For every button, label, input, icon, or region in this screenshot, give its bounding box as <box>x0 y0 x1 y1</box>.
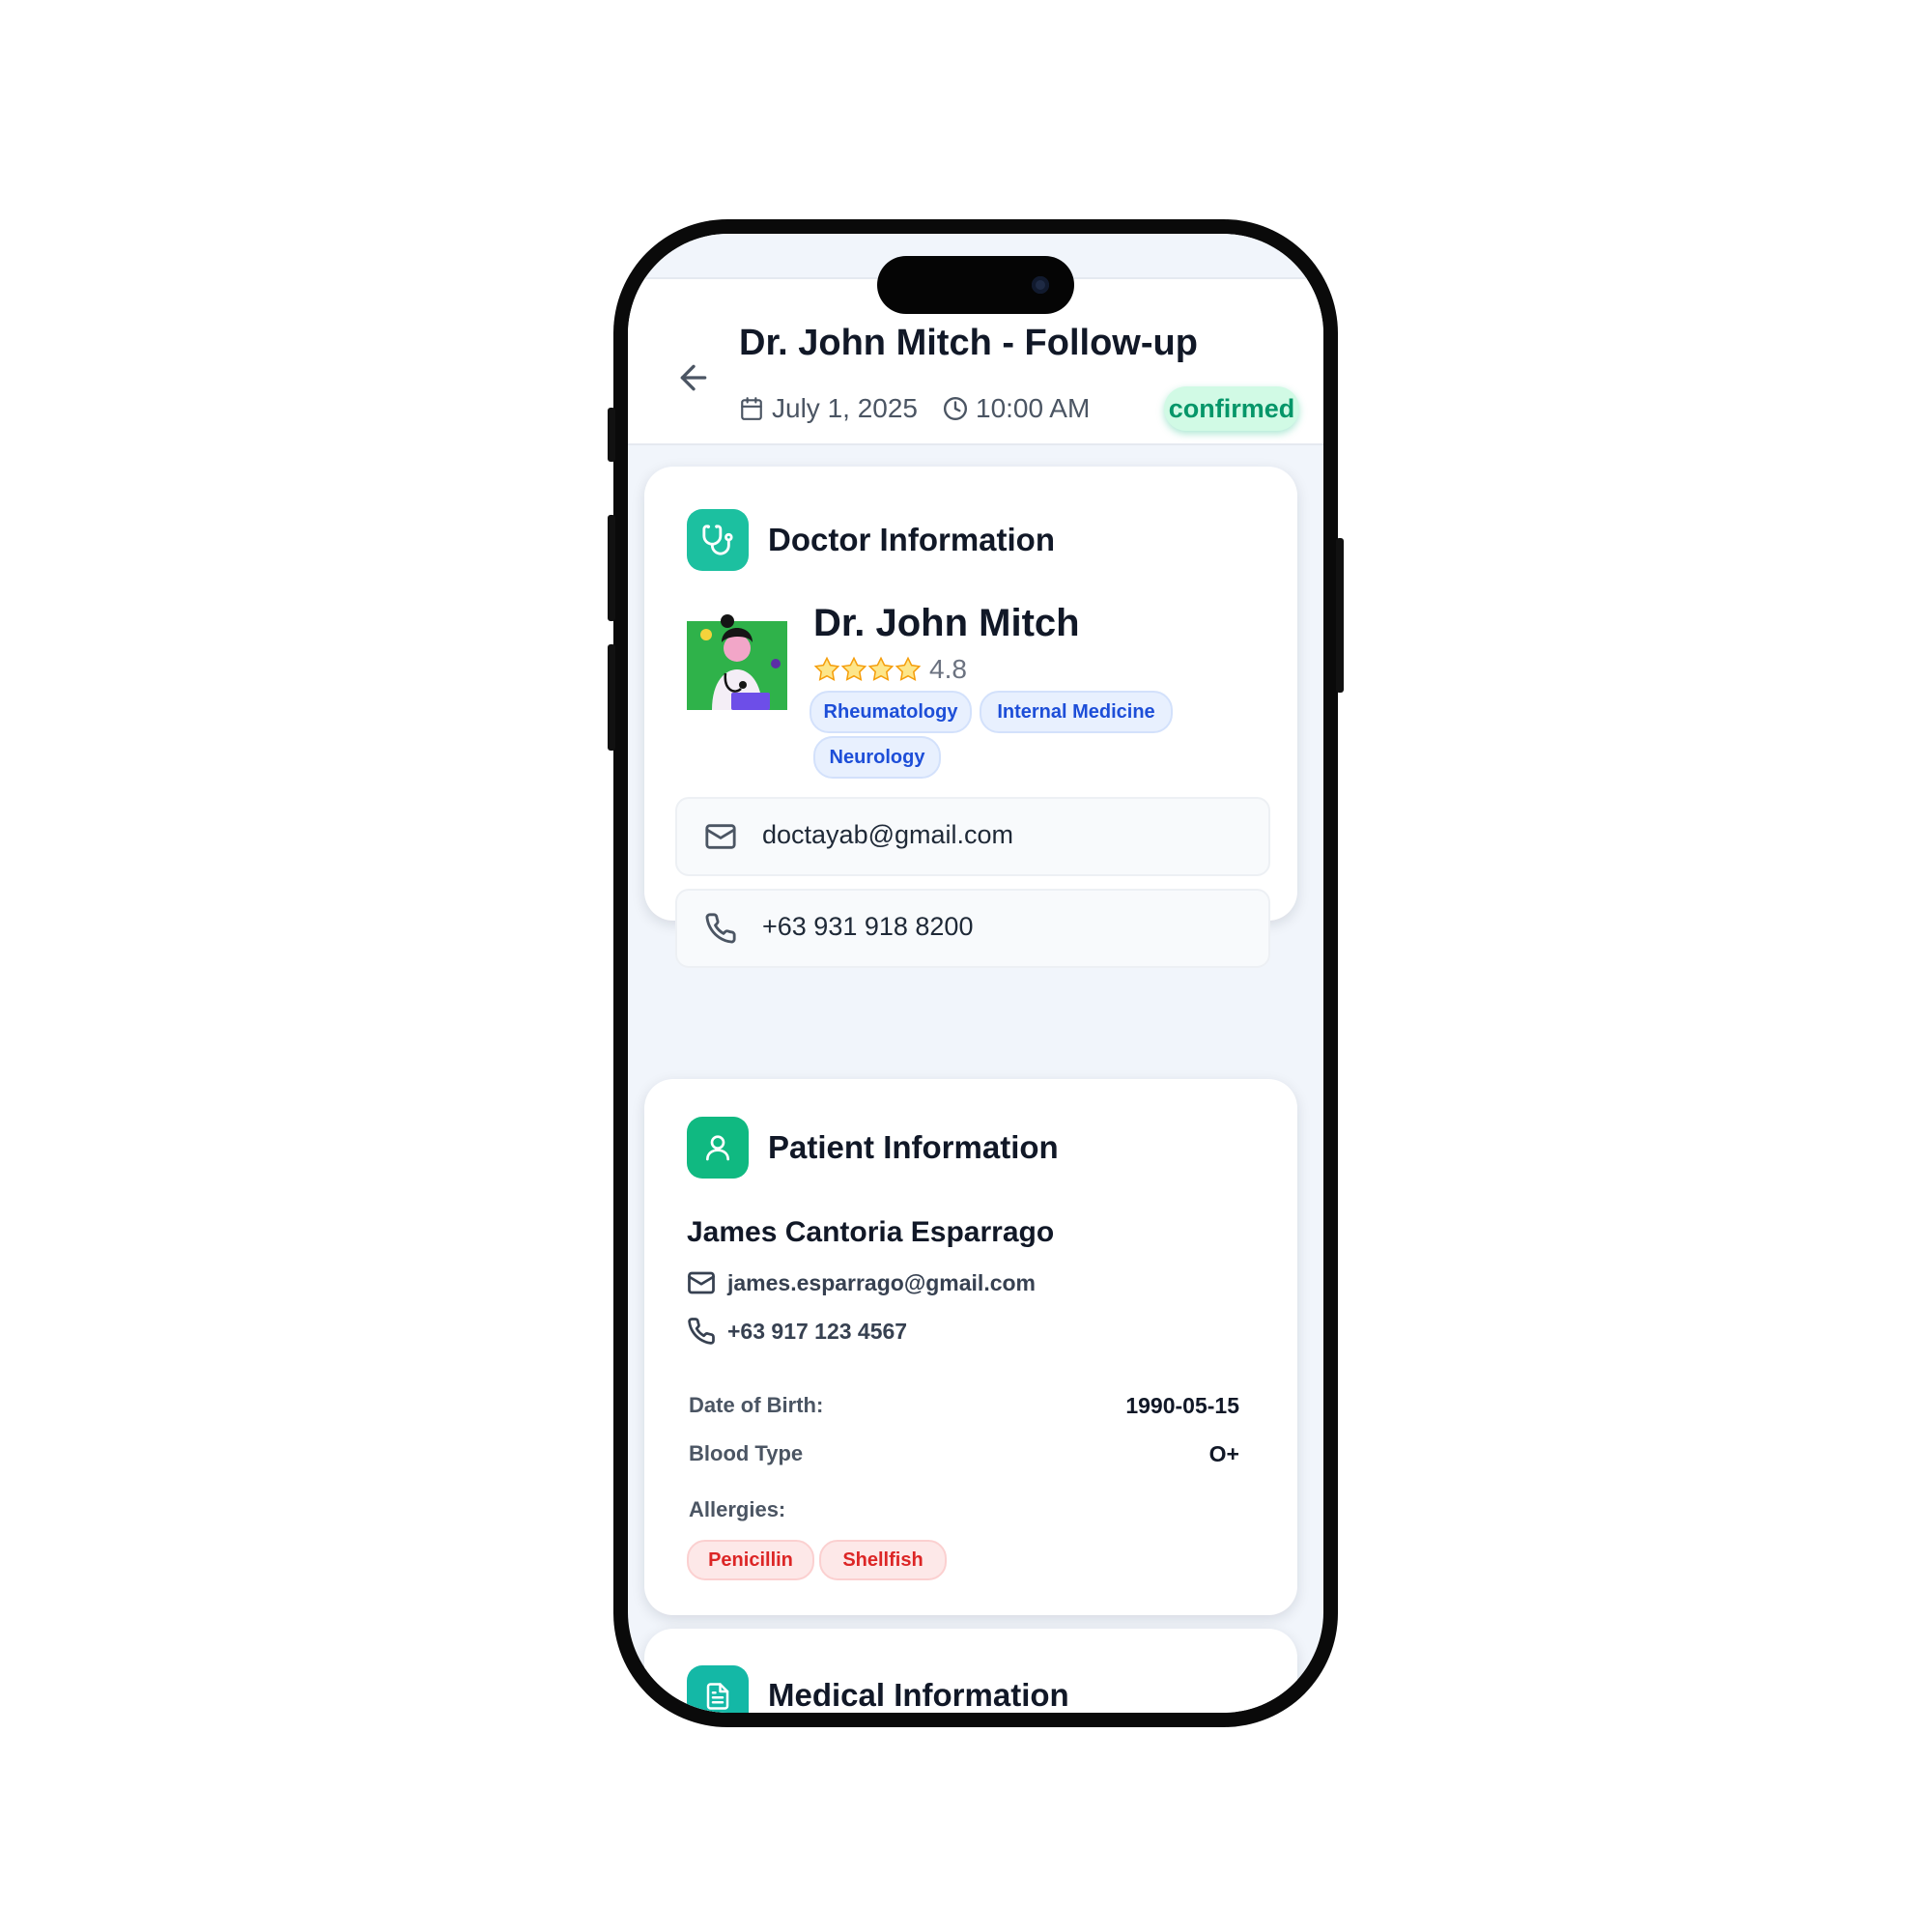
appointment-date: July 1, 2025 <box>772 393 918 423</box>
stethoscope-icon <box>687 509 749 571</box>
patient-phone-row[interactable]: +63 917 123 4567 <box>687 1317 907 1346</box>
doctor-rating: 4.8 <box>813 654 967 685</box>
specialty-tag: Neurology <box>813 736 941 779</box>
star-icon <box>813 656 840 682</box>
status-badge: confirmed <box>1164 386 1299 431</box>
appointment-time: 10:00 AM <box>976 393 1091 423</box>
appointment-meta: July 1, 2025 10:00 AM <box>739 393 1090 424</box>
rating-value: 4.8 <box>929 654 967 684</box>
doctor-phone-row[interactable]: +63 931 918 8200 <box>675 889 1270 968</box>
doctor-email: doctayab@gmail.com <box>762 820 1014 849</box>
doctor-phone: +63 931 918 8200 <box>762 912 974 941</box>
volume-down-button <box>608 644 615 751</box>
blood-type-value: O+ <box>1208 1441 1239 1466</box>
patient-information-card: Patient Information James Cantoria Espar… <box>644 1079 1297 1615</box>
clock-icon <box>943 396 968 421</box>
doctor-name: Dr. John Mitch <box>813 602 1080 644</box>
dynamic-island <box>877 256 1074 314</box>
doctor-avatar <box>687 614 787 710</box>
allergy-tag: Shellfish <box>819 1540 947 1580</box>
arrow-left-icon[interactable] <box>674 358 713 397</box>
allergies-label: Allergies: <box>689 1497 786 1521</box>
patient-email: james.esparrago@gmail.com <box>727 1269 1037 1295</box>
dob-label: Date of Birth: <box>689 1393 824 1417</box>
card-title: Doctor Information <box>768 522 1055 557</box>
card-title: Patient Information <box>768 1129 1059 1165</box>
blood-type-label: Blood Type <box>689 1441 804 1465</box>
power-button <box>1336 538 1344 693</box>
camera-icon <box>1032 276 1049 294</box>
star-icon <box>840 656 867 682</box>
allergy-tag: Penicillin <box>687 1540 814 1580</box>
document-icon <box>687 1665 749 1713</box>
doctor-email-row[interactable]: doctayab@gmail.com <box>675 797 1270 876</box>
card-title: Medical Information <box>768 1677 1069 1713</box>
page-title: Dr. John Mitch - Follow-up <box>739 323 1198 363</box>
user-icon <box>687 1117 749 1179</box>
action-button <box>608 408 615 462</box>
star-icon <box>895 656 922 682</box>
doctor-information-card: Doctor Information Dr. John Mitch 4.8 Rh… <box>644 467 1297 968</box>
patient-name: James Cantoria Esparrago <box>687 1216 1055 1248</box>
volume-up-button <box>608 515 615 621</box>
specialty-tag: Rheumatology <box>810 691 972 733</box>
patient-email-row[interactable]: james.esparrago@gmail.com <box>687 1268 1036 1297</box>
phone-screen: Dr. John Mitch - Follow-up July 1, 2025 … <box>628 234 1323 1713</box>
mail-icon <box>705 824 736 849</box>
specialty-tag: Internal Medicine <box>980 691 1173 733</box>
star-icon <box>867 656 895 682</box>
phone-icon <box>705 913 736 944</box>
dob-value: 1990-05-15 <box>1125 1393 1239 1418</box>
phone-icon <box>688 1318 715 1345</box>
phone-frame: Dr. John Mitch - Follow-up July 1, 2025 … <box>608 219 1344 1727</box>
medical-information-card: Medical Information <box>644 1629 1297 1713</box>
calendar-icon <box>741 397 762 420</box>
mail-icon <box>688 1271 715 1294</box>
patient-phone: +63 917 123 4567 <box>727 1318 908 1344</box>
